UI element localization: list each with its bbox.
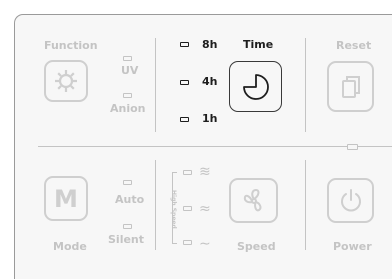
uv-led (123, 56, 132, 61)
divider-vertical-left-lower (155, 160, 156, 250)
uv-label: UV (121, 64, 139, 77)
power-icon (340, 188, 361, 211)
mode-label: Mode (53, 240, 87, 253)
divider-vertical-right-lower (305, 160, 306, 250)
divider-vertical-right (305, 38, 306, 132)
power-indicator-led (347, 144, 358, 150)
speed-button[interactable] (229, 178, 278, 223)
time-label: Time (243, 38, 274, 51)
clock-icon (242, 73, 269, 100)
reset-label: Reset (336, 39, 372, 52)
silent-label: Silent (108, 233, 145, 246)
timer-1h-led (180, 117, 189, 122)
speed-bracket (172, 172, 177, 244)
divider-vertical-left (155, 38, 156, 132)
speed-medium-led (183, 206, 192, 211)
divider-horizontal (38, 146, 392, 147)
silent-led (123, 224, 132, 229)
power-label: Power (333, 240, 372, 253)
fan-icon (243, 188, 261, 211)
anion-label: Anion (110, 102, 146, 115)
speed-high-led (183, 170, 192, 175)
timer-1h-label: 1h (202, 112, 218, 125)
timer-8h-label: 8h (202, 38, 218, 51)
timer-8h-led (180, 42, 189, 47)
auto-led (123, 180, 132, 185)
power-button[interactable] (327, 178, 374, 223)
wave-low-icon: ∼ (199, 236, 211, 252)
gear-icon (55, 70, 77, 92)
copy-icon (341, 75, 360, 98)
wave-high-icon: ≋ (199, 164, 211, 180)
function-button[interactable] (44, 60, 88, 102)
function-label: Function (44, 39, 98, 52)
anion-led (123, 93, 132, 98)
wave-medium-icon: ≈ (199, 201, 211, 217)
speed-label: Speed (237, 240, 276, 253)
timer-4h-label: 4h (202, 75, 218, 88)
speed-low-led (183, 240, 192, 245)
mode-button[interactable]: M (44, 176, 88, 221)
timer-4h-led (180, 80, 189, 85)
reset-button[interactable] (327, 61, 374, 112)
time-button[interactable] (229, 61, 282, 112)
auto-label: Auto (115, 193, 145, 206)
mode-button-letter: M (54, 184, 78, 213)
